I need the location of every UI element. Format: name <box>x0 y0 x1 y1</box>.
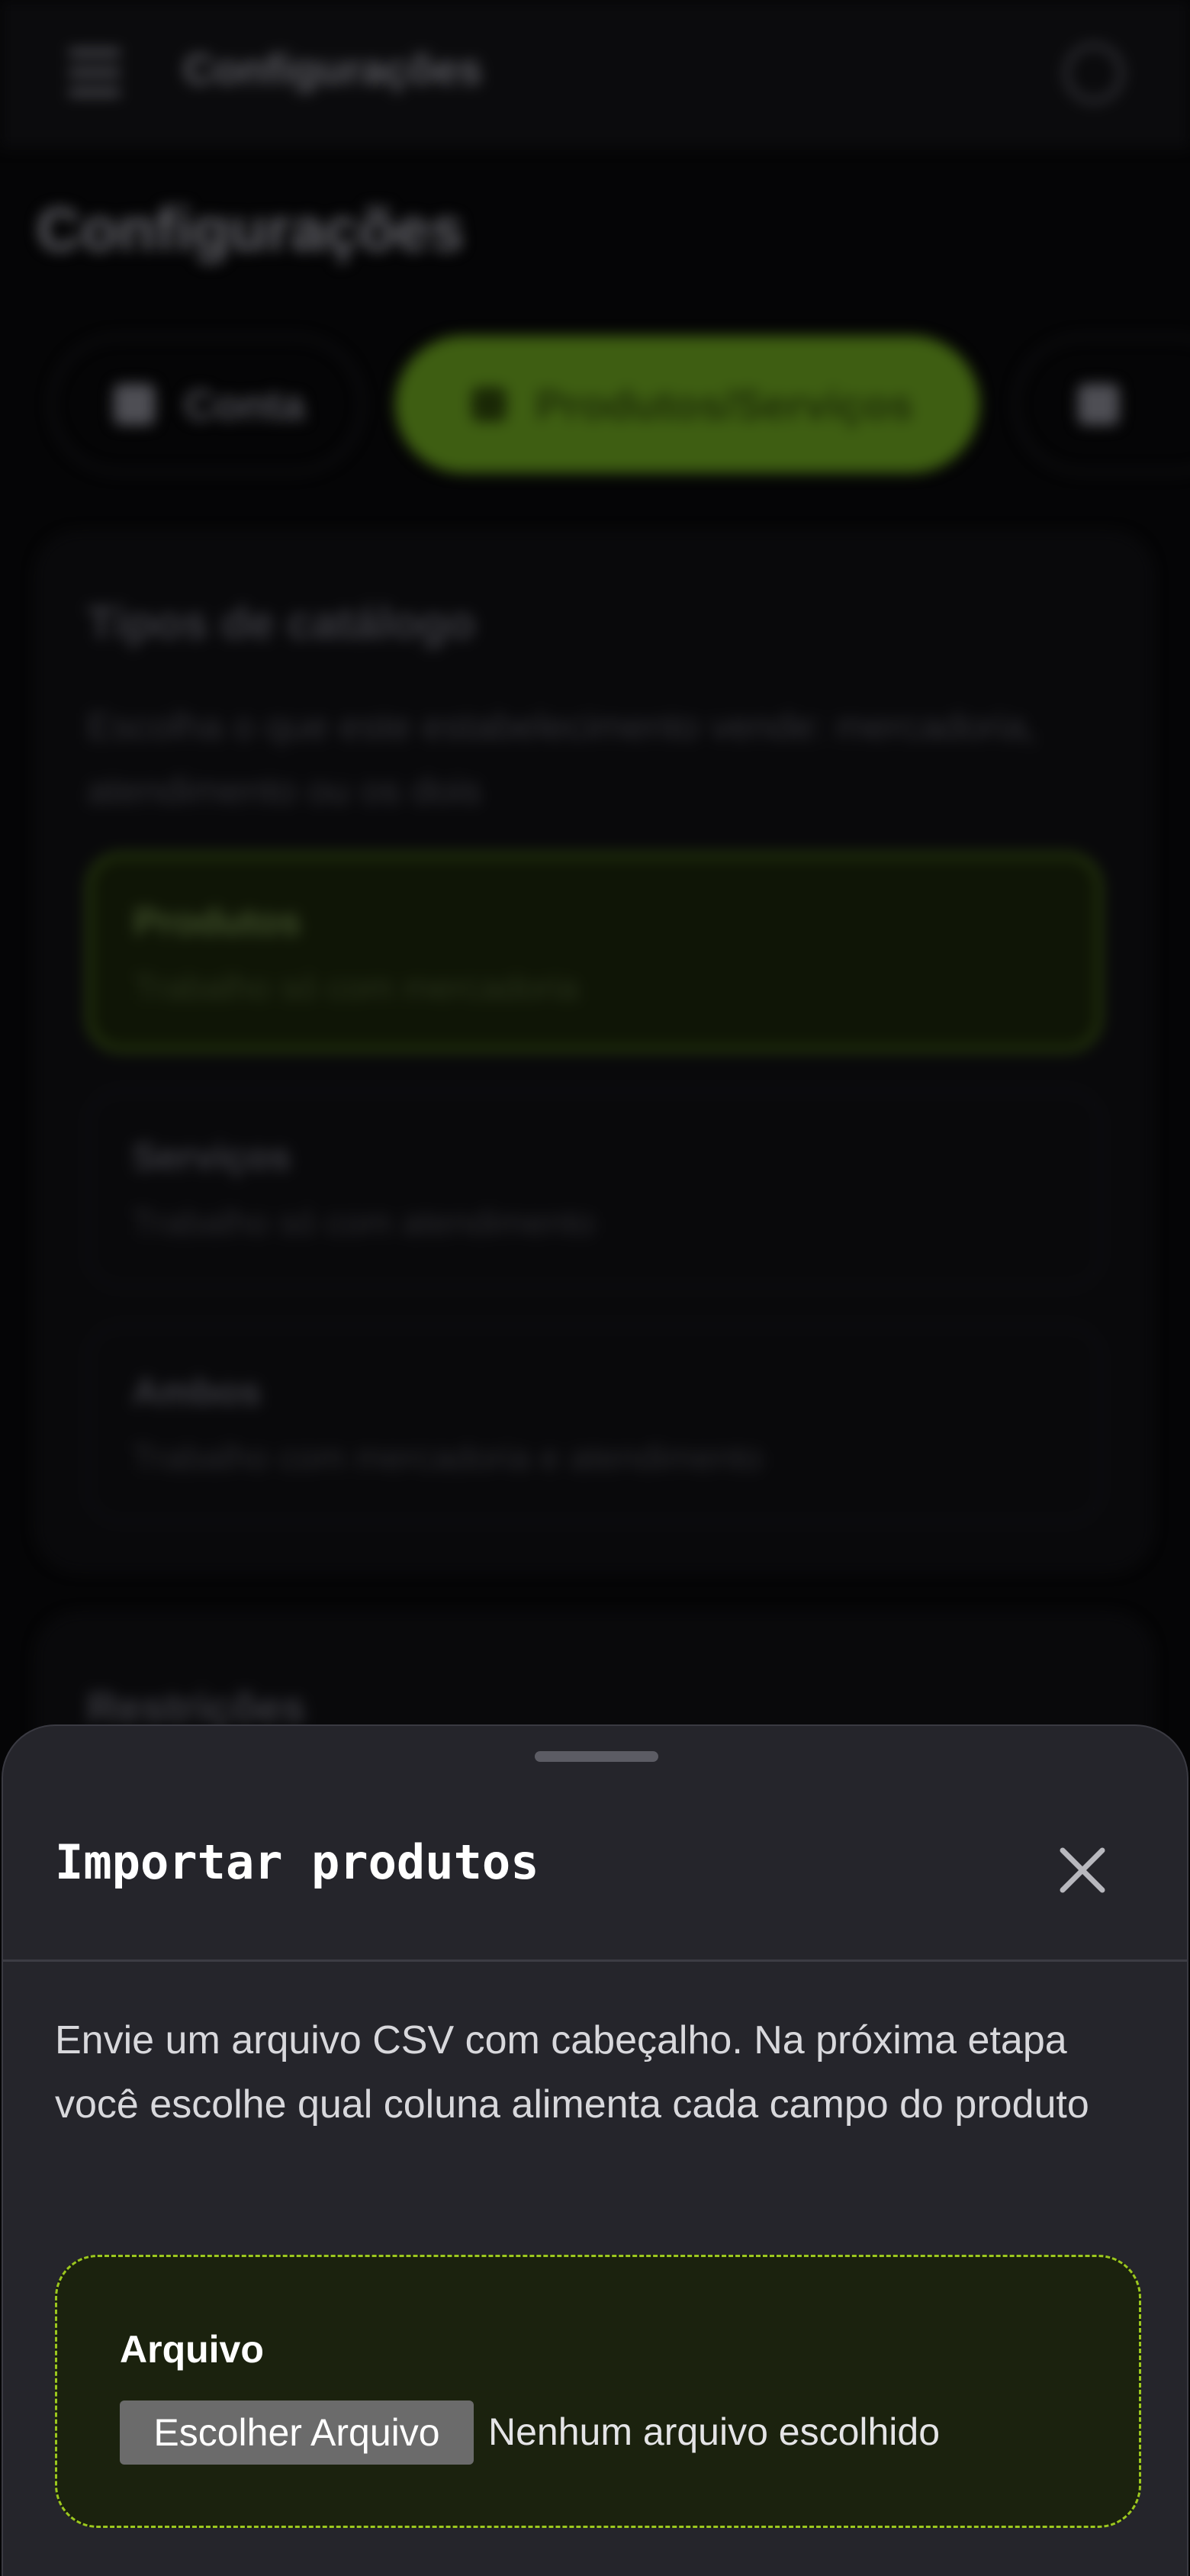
option-servicos[interactable]: Serviços Trabalho só com atendimento <box>87 1090 1102 1288</box>
option-produtos[interactable]: Produtos Trabalho só com mercadoria <box>87 853 1102 1051</box>
avatar[interactable] <box>1064 43 1124 103</box>
close-button[interactable] <box>1040 1828 1124 1912</box>
sheet-title: Importar produtos <box>55 1834 539 1890</box>
option-subtitle: Trabalho só com mercadoria <box>133 968 579 1007</box>
page-title: Configurações <box>37 195 465 263</box>
file-status: Nenhum arquivo escolhido <box>488 2410 941 2453</box>
phone-icon <box>1078 384 1119 425</box>
tab-extra[interactable] <box>1015 336 1190 473</box>
close-icon <box>1060 1847 1105 1893</box>
option-title: Produtos <box>133 900 301 943</box>
import-products-sheet: Importar produtos Envie um arquivo CSV c… <box>2 1724 1188 2576</box>
card-description: Escolha o que este estabelecimento vende… <box>87 705 1037 812</box>
tab-produtos-servicos[interactable]: Produtos/Serviços <box>395 336 979 473</box>
card-title: Tipos de catálogo <box>87 597 475 649</box>
box-icon <box>471 387 507 422</box>
user-icon <box>114 384 155 425</box>
menu-icon[interactable] <box>69 49 121 96</box>
tab-label: Produtos/Serviços <box>536 380 913 429</box>
drag-handle[interactable] <box>535 1751 658 1762</box>
app-header: Configurações <box>0 0 1190 147</box>
divider <box>3 1959 1187 1962</box>
tab-label: Conta <box>184 380 305 429</box>
sheet-description: Envie um arquivo CSV com cabeçalho. Na p… <box>55 2018 1089 2127</box>
file-label: Arquivo <box>120 2328 264 2371</box>
option-title: Ambos <box>132 1370 262 1413</box>
option-title: Serviços <box>132 1135 291 1178</box>
option-subtitle: Trabalho com mercadoria e atendimento <box>132 1438 763 1477</box>
choose-file-button[interactable]: Escolher Arquivo <box>120 2401 474 2465</box>
header-title: Configurações <box>183 45 483 93</box>
file-dropzone[interactable]: Arquivo Escolher Arquivo Nenhum arquivo … <box>55 2255 1141 2528</box>
tab-conta[interactable]: Conta <box>50 336 363 473</box>
option-ambos[interactable]: Ambos Trabalho com mercadoria e atendime… <box>87 1325 1102 1523</box>
option-subtitle: Trabalho só com atendimento <box>132 1203 595 1242</box>
